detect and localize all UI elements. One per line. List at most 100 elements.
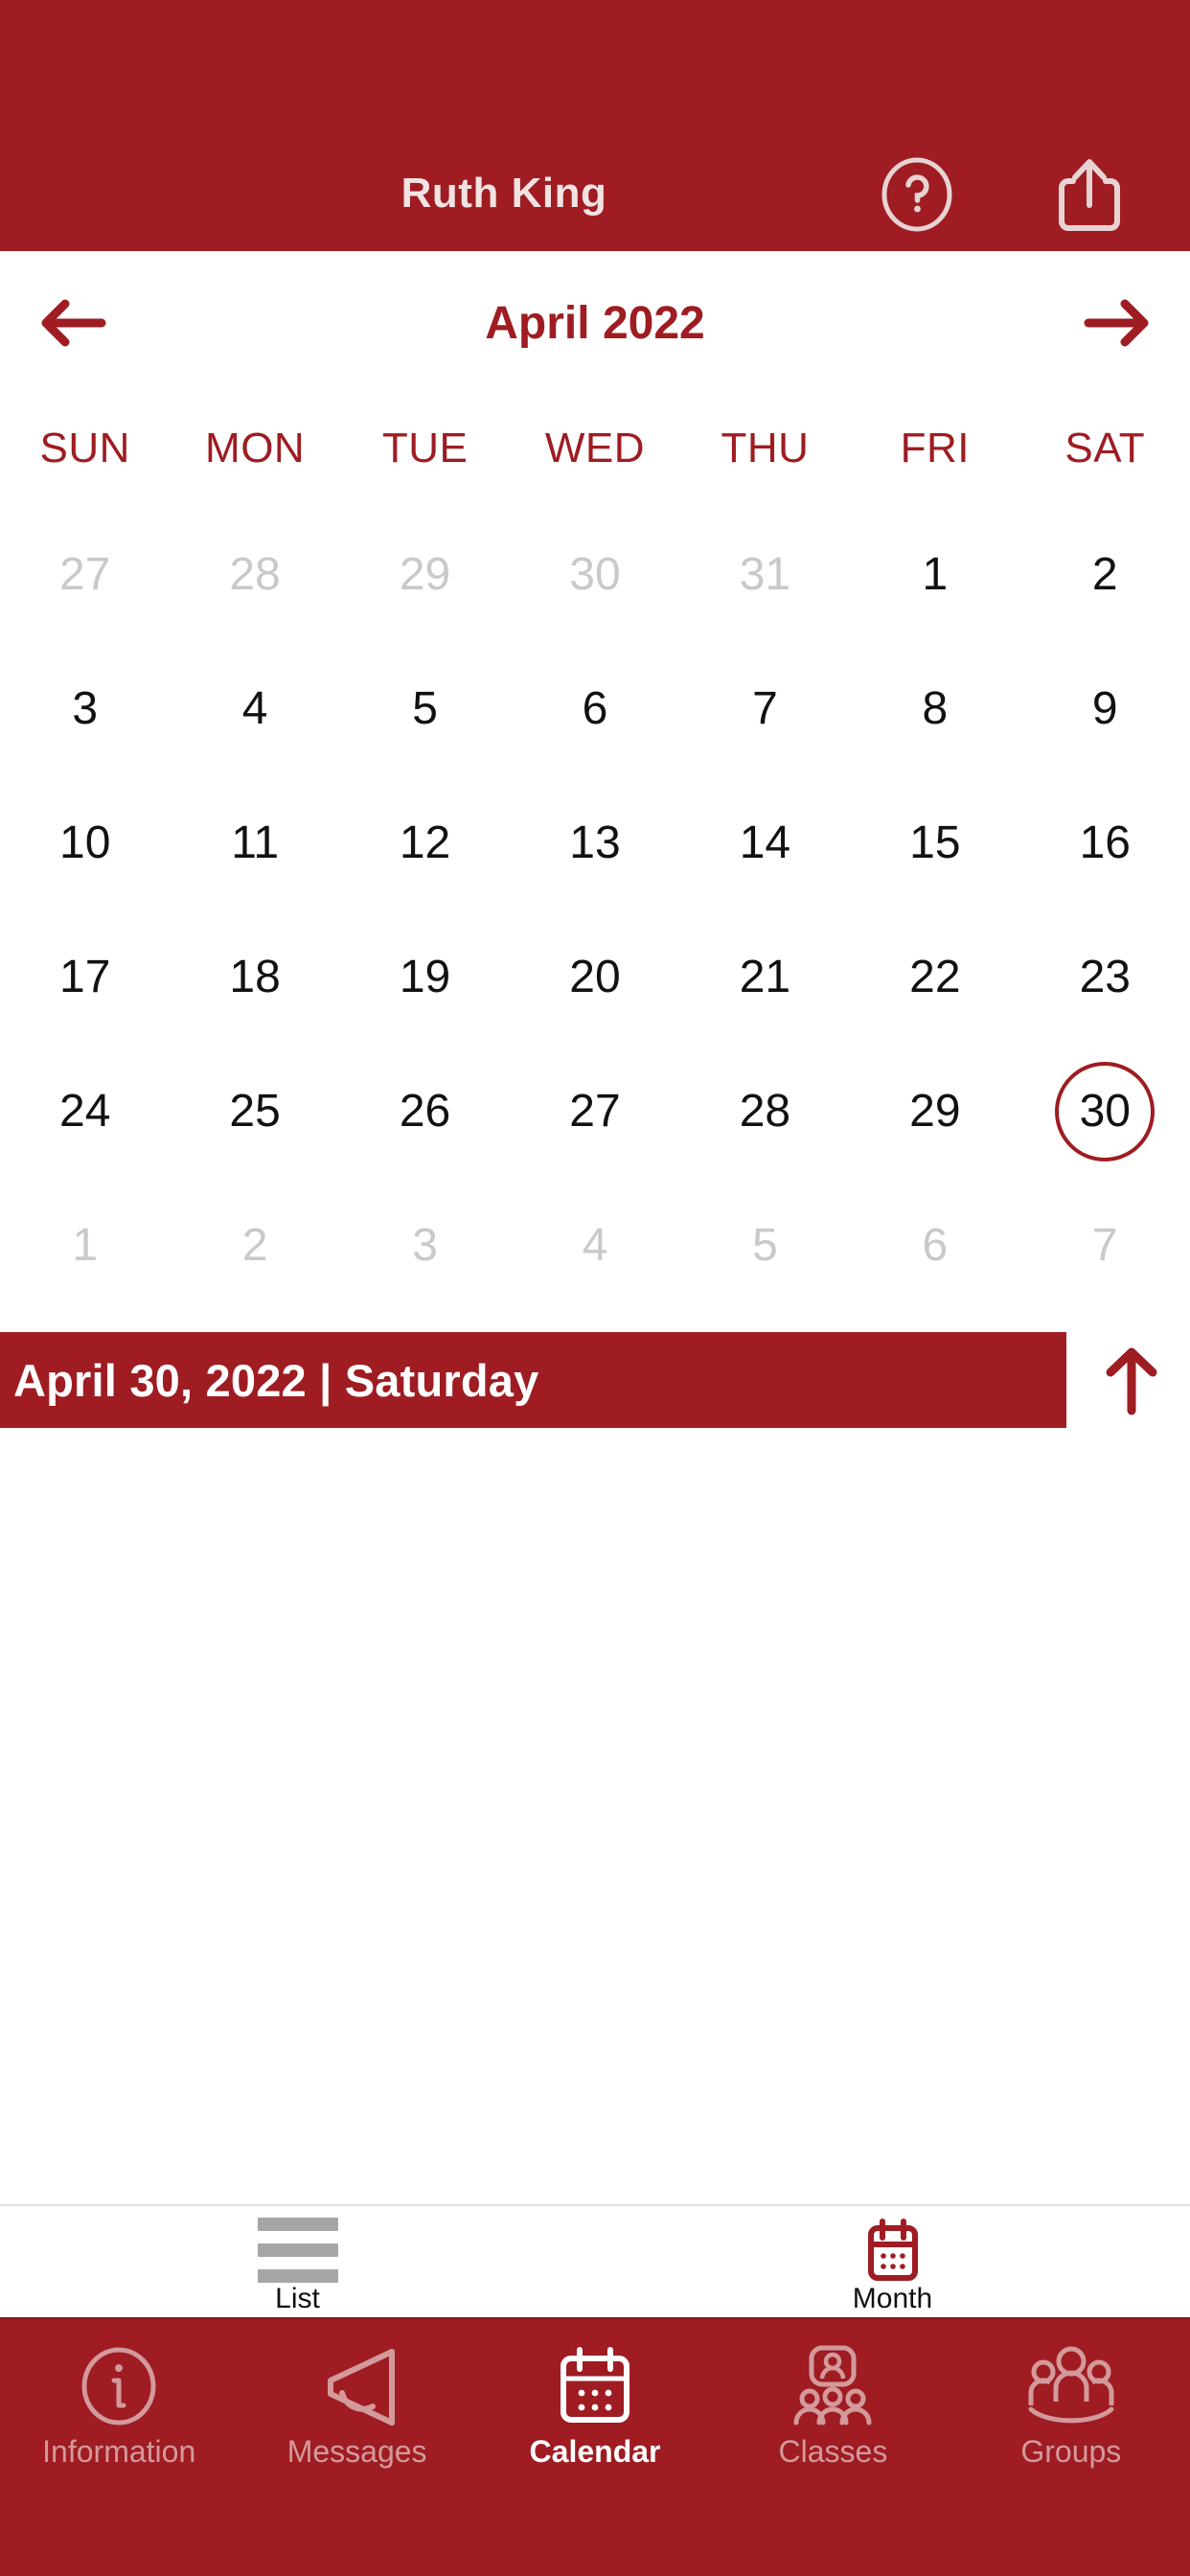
collapse-events-button[interactable] (1073, 1332, 1190, 1428)
calendar-day-number: 6 (922, 1220, 949, 1271)
calendar-day[interactable]: 17 (0, 910, 170, 1045)
calendar-day-number: 27 (569, 1086, 621, 1137)
next-month-button[interactable] (1056, 270, 1180, 376)
page-title: Ruth King (400, 170, 607, 217)
calendar-day[interactable]: 13 (510, 776, 679, 910)
calendar-day-number: 29 (909, 1086, 961, 1137)
app-screen: Ruth King April 2022 SUN MON TUE WED THU… (0, 0, 1190, 2576)
view-toggle-list[interactable]: List (0, 2206, 595, 2317)
view-toggle-bar: List Month (0, 2204, 1190, 2317)
calendar-day-number: 25 (229, 1086, 281, 1137)
question-circle-icon (881, 157, 952, 232)
share-button[interactable] (1052, 155, 1127, 234)
calendar-day[interactable]: 14 (680, 776, 850, 910)
nav-item-calendar[interactable]: Calendar (476, 2319, 714, 2576)
people-group-icon (1023, 2344, 1119, 2428)
calendar-day-number: 19 (399, 952, 451, 1002)
calendar-day[interactable]: 4 (510, 1179, 679, 1313)
calendar-day[interactable]: 27 (510, 1045, 679, 1179)
calendar-day[interactable]: 28 (680, 1045, 850, 1179)
calendar-day[interactable]: 6 (510, 642, 679, 776)
calendar-day-number: 30 (569, 549, 621, 600)
calendar-day[interactable]: 26 (340, 1045, 510, 1179)
calendar-day[interactable]: 27 (0, 508, 170, 642)
view-toggle-month-label: Month (852, 2283, 933, 2314)
month-navigation: April 2022 (0, 270, 1190, 376)
nav-item-classes[interactable]: Classes (714, 2319, 951, 2576)
calendar-day-number: 28 (739, 1086, 791, 1137)
calendar-day[interactable]: 29 (850, 1045, 1019, 1179)
calendar-day-number: 9 (1091, 683, 1118, 734)
calendar-day[interactable]: 22 (850, 910, 1019, 1045)
weekday-label: THU (721, 425, 810, 472)
calendar-day-number: 14 (739, 817, 791, 868)
calendar-day-number: 12 (399, 817, 451, 868)
calendar-day[interactable]: 12 (340, 776, 510, 910)
calendar-day[interactable]: 20 (510, 910, 679, 1045)
nav-item-messages[interactable]: Messages (238, 2319, 475, 2576)
calendar-day[interactable]: 28 (170, 508, 339, 642)
weekday-label: TUE (381, 425, 469, 472)
help-button[interactable] (880, 157, 954, 232)
calendar-day[interactable]: 29 (340, 508, 510, 642)
calendar-day[interactable]: 18 (170, 910, 339, 1045)
selected-date-banner[interactable]: April 30, 2022 | Saturday (0, 1332, 1066, 1428)
nav-item-messages-label: Messages (286, 2434, 427, 2469)
calendar-day[interactable]: 10 (0, 776, 170, 910)
calendar-day[interactable]: 21 (680, 910, 850, 1045)
calendar-day[interactable]: 23 (1020, 910, 1190, 1045)
calendar-day[interactable]: 19 (340, 910, 510, 1045)
calendar-day-number: 28 (229, 549, 281, 600)
calendar-day[interactable]: 30 (510, 508, 679, 642)
calendar-day[interactable]: 3 (0, 642, 170, 776)
nav-item-information[interactable]: Information (0, 2319, 238, 2576)
calendar-day-number: 18 (229, 952, 281, 1002)
calendar-day-number: 6 (582, 683, 608, 734)
calendar-day[interactable]: 15 (850, 776, 1019, 910)
calendar-day[interactable]: 2 (1020, 508, 1190, 642)
calendar-day-selected[interactable]: 30 (1020, 1045, 1190, 1179)
calendar-day[interactable]: 31 (680, 508, 850, 642)
calendar-day[interactable]: 7 (680, 642, 850, 776)
nav-item-groups[interactable]: Groups (952, 2319, 1190, 2576)
calendar-month-icon (863, 2219, 923, 2281)
calendar-day-number: 24 (59, 1086, 111, 1137)
calendar-day[interactable]: 16 (1020, 776, 1190, 910)
calendar-day-number: 5 (752, 1220, 778, 1271)
calendar-day-number: 21 (739, 952, 791, 1002)
calendar-day[interactable]: 1 (0, 1179, 170, 1313)
calendar-day-number: 30 (1055, 1062, 1156, 1162)
calendar-day-number: 2 (241, 1220, 268, 1271)
calendar-day[interactable]: 25 (170, 1045, 339, 1179)
selected-date-label: April 30, 2022 | Saturday (13, 1354, 539, 1406)
calendar-day[interactable]: 2 (170, 1179, 339, 1313)
nav-item-classes-label: Classes (778, 2434, 888, 2469)
calendar-day[interactable]: 6 (850, 1179, 1019, 1313)
calendar-day[interactable]: 7 (1020, 1179, 1190, 1313)
view-toggle-list-label: List (275, 2283, 320, 2314)
calendar-day-number: 16 (1079, 817, 1131, 868)
list-lines-icon (257, 2218, 338, 2283)
calendar-day[interactable]: 3 (340, 1179, 510, 1313)
calendar-day[interactable]: 24 (0, 1045, 170, 1179)
calendar-day[interactable]: 5 (680, 1179, 850, 1313)
top-header-bar: Ruth King (0, 0, 1190, 251)
calendar-day-number: 3 (412, 1220, 438, 1271)
calendar-day-number: 29 (399, 549, 451, 600)
calendar-day-number: 1 (922, 549, 949, 600)
bottom-navigation-bar: Information Messages Calendar Classes Gr… (0, 2317, 1190, 2576)
calendar-day[interactable]: 8 (850, 642, 1019, 776)
calendar-day-number: 4 (241, 683, 268, 734)
calendar-day-number: 10 (59, 817, 111, 868)
calendar-day-number: 3 (72, 683, 99, 734)
megaphone-icon (309, 2344, 405, 2428)
nav-item-information-label: Information (42, 2434, 196, 2469)
calendar-day[interactable]: 4 (170, 642, 339, 776)
calendar-day[interactable]: 11 (170, 776, 339, 910)
calendar-day[interactable]: 9 (1020, 642, 1190, 776)
calendar-day-number: 8 (922, 683, 949, 734)
calendar-day[interactable]: 1 (850, 508, 1019, 642)
view-toggle-month[interactable]: Month (595, 2206, 1190, 2317)
events-list-area (0, 1428, 1190, 2204)
calendar-day[interactable]: 5 (340, 642, 510, 776)
